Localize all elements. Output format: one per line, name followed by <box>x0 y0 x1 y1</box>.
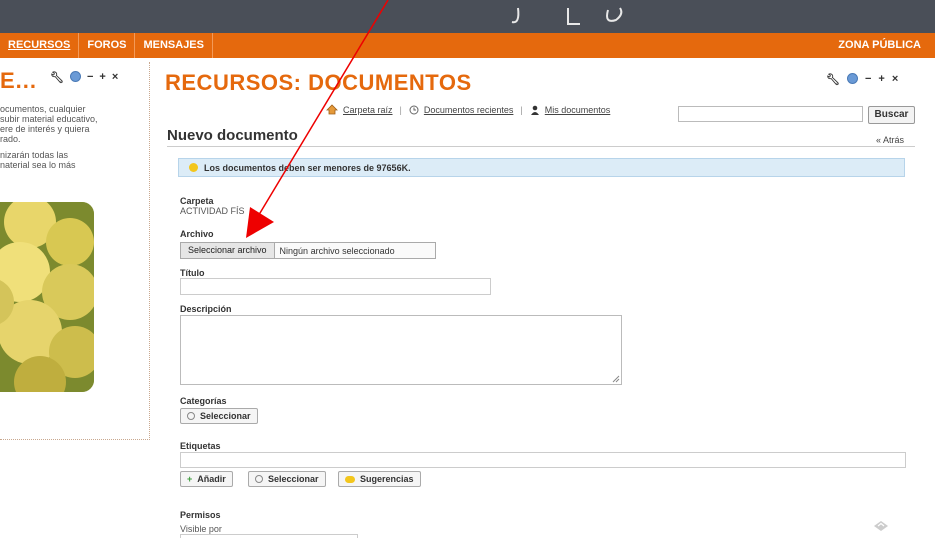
title-label: Título <box>180 268 205 278</box>
select-file-button[interactable]: Seleccionar archivo <box>181 243 275 258</box>
user-icon <box>530 105 539 115</box>
maximize-icon[interactable]: + <box>99 71 105 84</box>
banner-logo-art <box>511 7 623 25</box>
link-separator: | <box>399 104 402 115</box>
top-banner <box>0 0 935 33</box>
magnifier-icon <box>187 412 195 420</box>
left-portlet-text: ocumentos, cualquier subir material educ… <box>0 104 98 144</box>
nav-foros[interactable]: FOROS <box>79 33 136 58</box>
left-portlet-text-2: nizarán todas las naterial sea lo más <box>0 150 76 170</box>
categories-select-button[interactable]: Seleccionar <box>180 408 258 424</box>
link-separator: | <box>520 104 523 115</box>
link-carpeta-raiz[interactable]: Carpeta raíz <box>343 105 393 115</box>
config-icon[interactable] <box>69 71 81 82</box>
close-icon[interactable]: × <box>112 71 118 84</box>
divider <box>167 146 915 147</box>
page-subtitle: Nuevo documento <box>167 127 298 144</box>
wrench-icon[interactable]: 🔧︎ <box>50 71 64 84</box>
file-upload: Seleccionar archivo Ningún archivo selec… <box>180 242 436 259</box>
link-mis-documentos[interactable]: Mis documentos <box>545 105 611 115</box>
description-textarea[interactable] <box>180 315 622 385</box>
tags-select-label: Seleccionar <box>268 474 319 484</box>
config-icon[interactable] <box>846 73 858 84</box>
portlet-title: RECURSOS: DOCUMENTOS <box>165 70 472 95</box>
tags-input[interactable] <box>180 452 906 468</box>
home-icon <box>326 104 338 115</box>
search-input[interactable] <box>678 106 863 122</box>
tags-add-button[interactable]: + Añadir <box>180 471 233 487</box>
close-icon[interactable]: × <box>892 73 898 86</box>
left-portlet-title: E... <box>0 68 38 93</box>
scroll-top-icon[interactable] <box>873 520 889 532</box>
visible-by-label: Visible por <box>180 524 222 534</box>
nav-zona-publica[interactable]: ZONA PÚBLICA <box>838 33 921 58</box>
folder-value: ACTIVIDAD FÍS <box>180 206 245 216</box>
folder-label: Carpeta <box>180 196 214 206</box>
portlet-tools: 🔧︎ − + × <box>826 73 898 86</box>
main-nav: RECURSOS FOROS MENSAJES ZONA PÚBLICA <box>0 33 935 58</box>
search-button[interactable]: Buscar <box>868 106 915 124</box>
info-message: Los documentos deben ser menores de 9765… <box>178 158 905 177</box>
tags-suggest-button[interactable]: Sugerencias <box>338 471 421 487</box>
nav-mensajes[interactable]: MENSAJES <box>135 33 213 58</box>
info-message-text: Los documentos deben ser menores de 9765… <box>204 162 411 173</box>
categories-label: Categorías <box>180 396 227 406</box>
left-portlet: E... 🔧︎ − + × ocumentos, cualquier subir… <box>0 62 150 440</box>
visibility-select[interactable] <box>180 534 358 538</box>
speech-bubble-icon <box>345 475 355 483</box>
nav-recursos[interactable]: RECURSOS <box>0 33 80 58</box>
file-status: Ningún archivo seleccionado <box>279 245 395 256</box>
file-label: Archivo <box>180 229 214 239</box>
link-documentos-recientes[interactable]: Documentos recientes <box>424 105 514 115</box>
tags-select-button[interactable]: Seleccionar <box>248 471 326 487</box>
permissions-label: Permisos <box>180 510 221 520</box>
magnifier-icon <box>255 475 263 483</box>
resize-handle-icon[interactable] <box>612 375 620 383</box>
title-input[interactable] <box>180 278 491 295</box>
plus-icon: + <box>187 474 193 484</box>
documents-portlet: RECURSOS: DOCUMENTOS 🔧︎ − + × Carpeta ra… <box>158 62 928 538</box>
categories-select-label: Seleccionar <box>200 411 251 421</box>
minimize-icon[interactable]: − <box>865 73 871 86</box>
document-links: Carpeta raíz | Documentos recientes | Mi… <box>326 104 610 115</box>
tags-suggest-label: Sugerencias <box>360 474 414 484</box>
clock-icon <box>409 105 419 114</box>
back-link[interactable]: « Atrás <box>876 135 904 145</box>
description-label: Descripción <box>180 304 232 314</box>
minimize-icon[interactable]: − <box>87 71 93 84</box>
left-portlet-tools: 🔧︎ − + × <box>50 71 118 84</box>
maximize-icon[interactable]: + <box>878 73 884 86</box>
tags-label: Etiquetas <box>180 441 221 451</box>
lightbulb-icon <box>189 163 198 172</box>
apples-image <box>0 202 94 392</box>
wrench-icon[interactable]: 🔧︎ <box>826 73 840 86</box>
tags-add-label: Añadir <box>197 474 226 484</box>
